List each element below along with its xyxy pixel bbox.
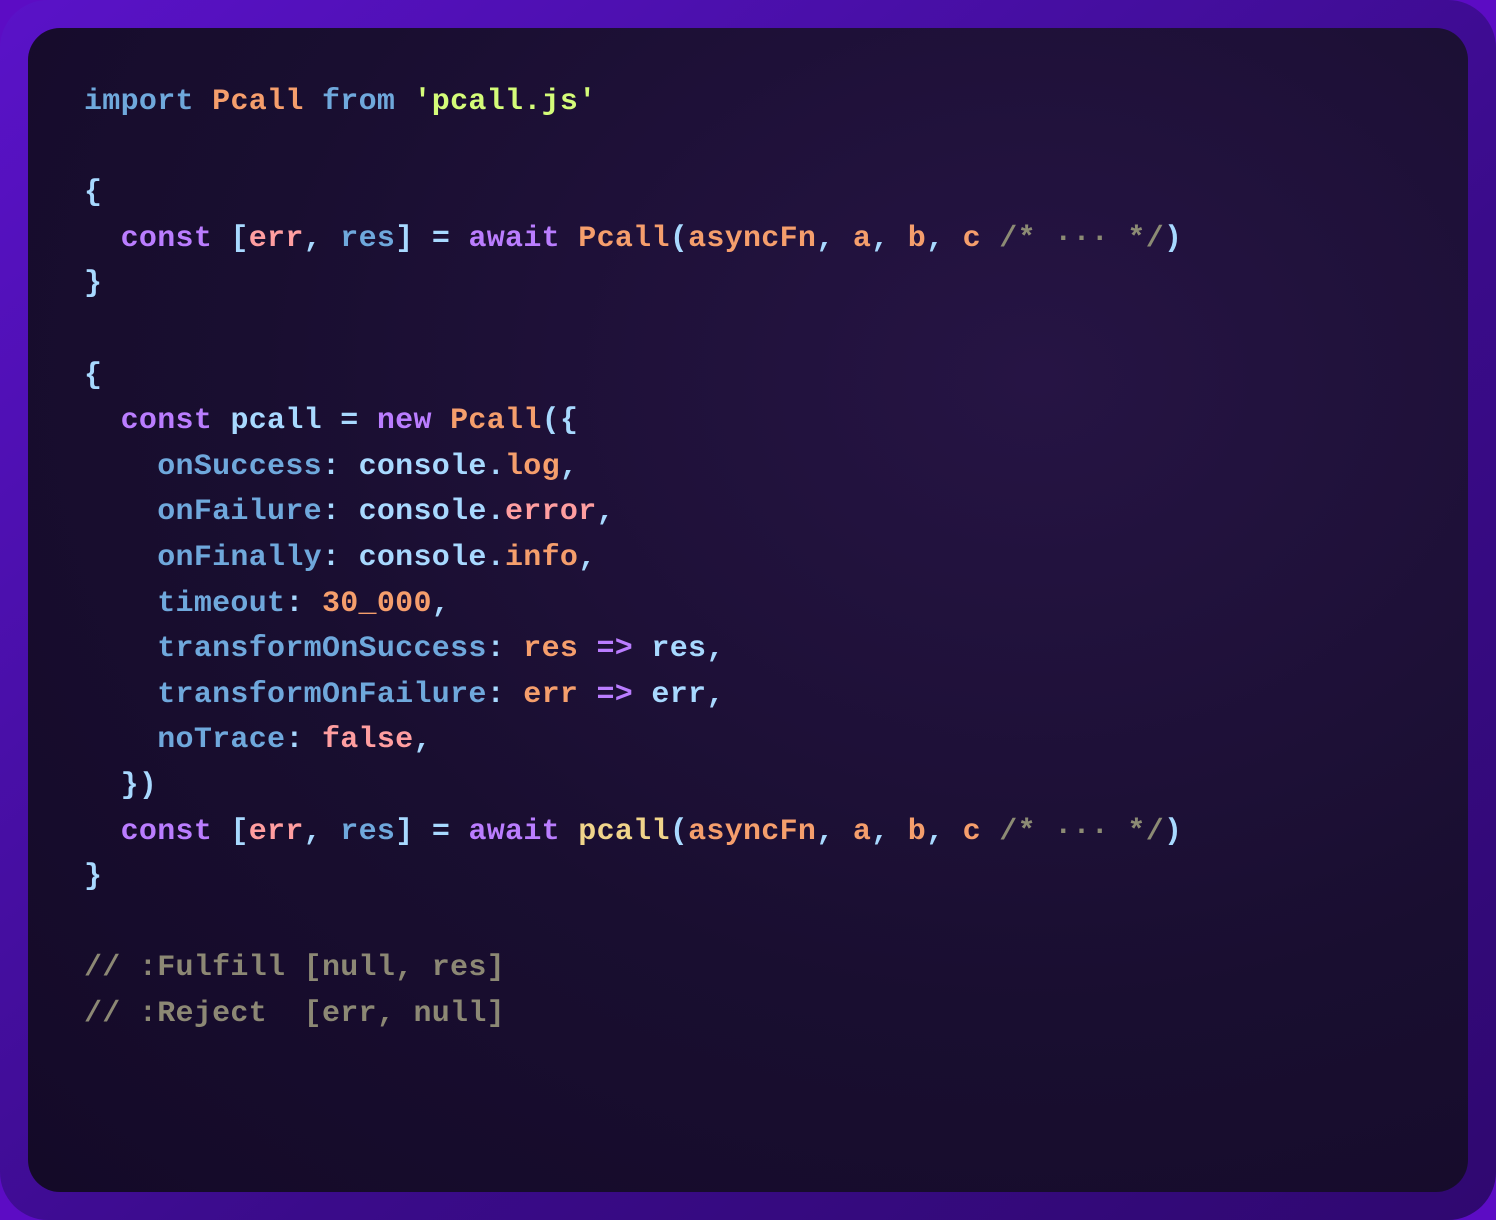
arg-c: c: [963, 222, 981, 256]
return-err: err: [651, 678, 706, 712]
brace-open: {: [560, 404, 578, 438]
call-pcall-lc: pcall: [578, 815, 670, 849]
colon: :: [322, 495, 359, 529]
colon: :: [322, 541, 359, 575]
space: [981, 222, 999, 256]
equals: =: [414, 222, 469, 256]
brace-close: }: [121, 769, 139, 803]
method-info: info: [505, 541, 578, 575]
brace-close: }: [84, 267, 102, 301]
comma: ,: [816, 222, 853, 256]
comma: ,: [578, 541, 596, 575]
colon: :: [285, 723, 322, 757]
arg-asyncfn: asyncFn: [688, 815, 816, 849]
outer-frame: import Pcall from 'pcall.js' { const [er…: [0, 0, 1496, 1220]
bracket-open: [: [230, 815, 248, 849]
paren-close: ): [139, 769, 157, 803]
paren-open: (: [670, 222, 688, 256]
method-log: log: [505, 450, 560, 484]
comment-inline: /* ··· */: [999, 815, 1164, 849]
destr-err: err: [249, 815, 304, 849]
class-name: Pcall: [212, 85, 304, 119]
comment-reject: // :Reject [err, null]: [84, 997, 505, 1031]
comma: ,: [871, 815, 908, 849]
param-err: err: [523, 678, 578, 712]
arrow: =>: [578, 678, 651, 712]
arg-b: b: [908, 222, 926, 256]
arg-a: a: [853, 222, 871, 256]
return-res: res: [651, 632, 706, 666]
destr-res: res: [340, 815, 395, 849]
dot: .: [487, 541, 505, 575]
colon: :: [487, 678, 524, 712]
comma: ,: [413, 723, 431, 757]
prop-timeout: timeout: [157, 587, 285, 621]
colon: :: [322, 450, 359, 484]
num-timeout: 30_000: [322, 587, 432, 621]
brace-close: }: [84, 860, 102, 894]
comma: ,: [926, 815, 963, 849]
bracket-close: ]: [395, 222, 413, 256]
method-error: error: [505, 495, 597, 529]
prop-notrace: noTrace: [157, 723, 285, 757]
comma: ,: [304, 815, 341, 849]
colon: :: [285, 587, 322, 621]
keyword-new: new: [377, 404, 432, 438]
prop-onfinally: onFinally: [157, 541, 322, 575]
dot: .: [487, 450, 505, 484]
console: console: [359, 495, 487, 529]
comma: ,: [432, 587, 450, 621]
arrow: =>: [578, 632, 651, 666]
call-pcall: Pcall: [578, 222, 670, 256]
string-literal: 'pcall.js': [414, 85, 597, 119]
comma: ,: [597, 495, 615, 529]
destr-res: res: [340, 222, 395, 256]
arg-asyncfn: asyncFn: [688, 222, 816, 256]
keyword-from: from: [322, 85, 395, 119]
paren-close: ): [1164, 815, 1182, 849]
var-pcall: pcall: [230, 404, 322, 438]
bracket-close: ]: [395, 815, 413, 849]
space: [981, 815, 999, 849]
arg-b: b: [908, 815, 926, 849]
bool-false: false: [322, 723, 414, 757]
paren-close: ): [1164, 222, 1182, 256]
keyword-const: const: [121, 404, 213, 438]
destr-err: err: [249, 222, 304, 256]
prop-onfailure: onFailure: [157, 495, 322, 529]
comma: ,: [871, 222, 908, 256]
equals: =: [414, 815, 469, 849]
comma: ,: [706, 678, 724, 712]
console: console: [359, 541, 487, 575]
keyword-const: const: [121, 815, 213, 849]
keyword-await: await: [468, 815, 560, 849]
paren-open: (: [542, 404, 560, 438]
arg-c: c: [963, 815, 981, 849]
comma: ,: [926, 222, 963, 256]
brace-open: {: [84, 359, 102, 393]
comma: ,: [816, 815, 853, 849]
prop-transform-success: transformOnSuccess: [157, 632, 486, 666]
comment-inline: /* ··· */: [999, 222, 1164, 256]
comma: ,: [304, 222, 341, 256]
keyword-import: import: [84, 85, 194, 119]
prop-onsuccess: onSuccess: [157, 450, 322, 484]
param-res: res: [523, 632, 578, 666]
bracket-open: [: [230, 222, 248, 256]
paren-open: (: [670, 815, 688, 849]
keyword-const: const: [121, 222, 213, 256]
code-panel: import Pcall from 'pcall.js' { const [er…: [28, 28, 1468, 1192]
arg-a: a: [853, 815, 871, 849]
colon: :: [487, 632, 524, 666]
brace-open: {: [84, 176, 102, 210]
comment-fulfill: // :Fulfill [null, res]: [84, 951, 505, 985]
equals: =: [322, 404, 377, 438]
comma: ,: [560, 450, 578, 484]
class-pcall: Pcall: [450, 404, 542, 438]
dot: .: [487, 495, 505, 529]
keyword-await: await: [468, 222, 560, 256]
comma: ,: [706, 632, 724, 666]
console: console: [359, 450, 487, 484]
prop-transform-failure: transformOnFailure: [157, 678, 486, 712]
